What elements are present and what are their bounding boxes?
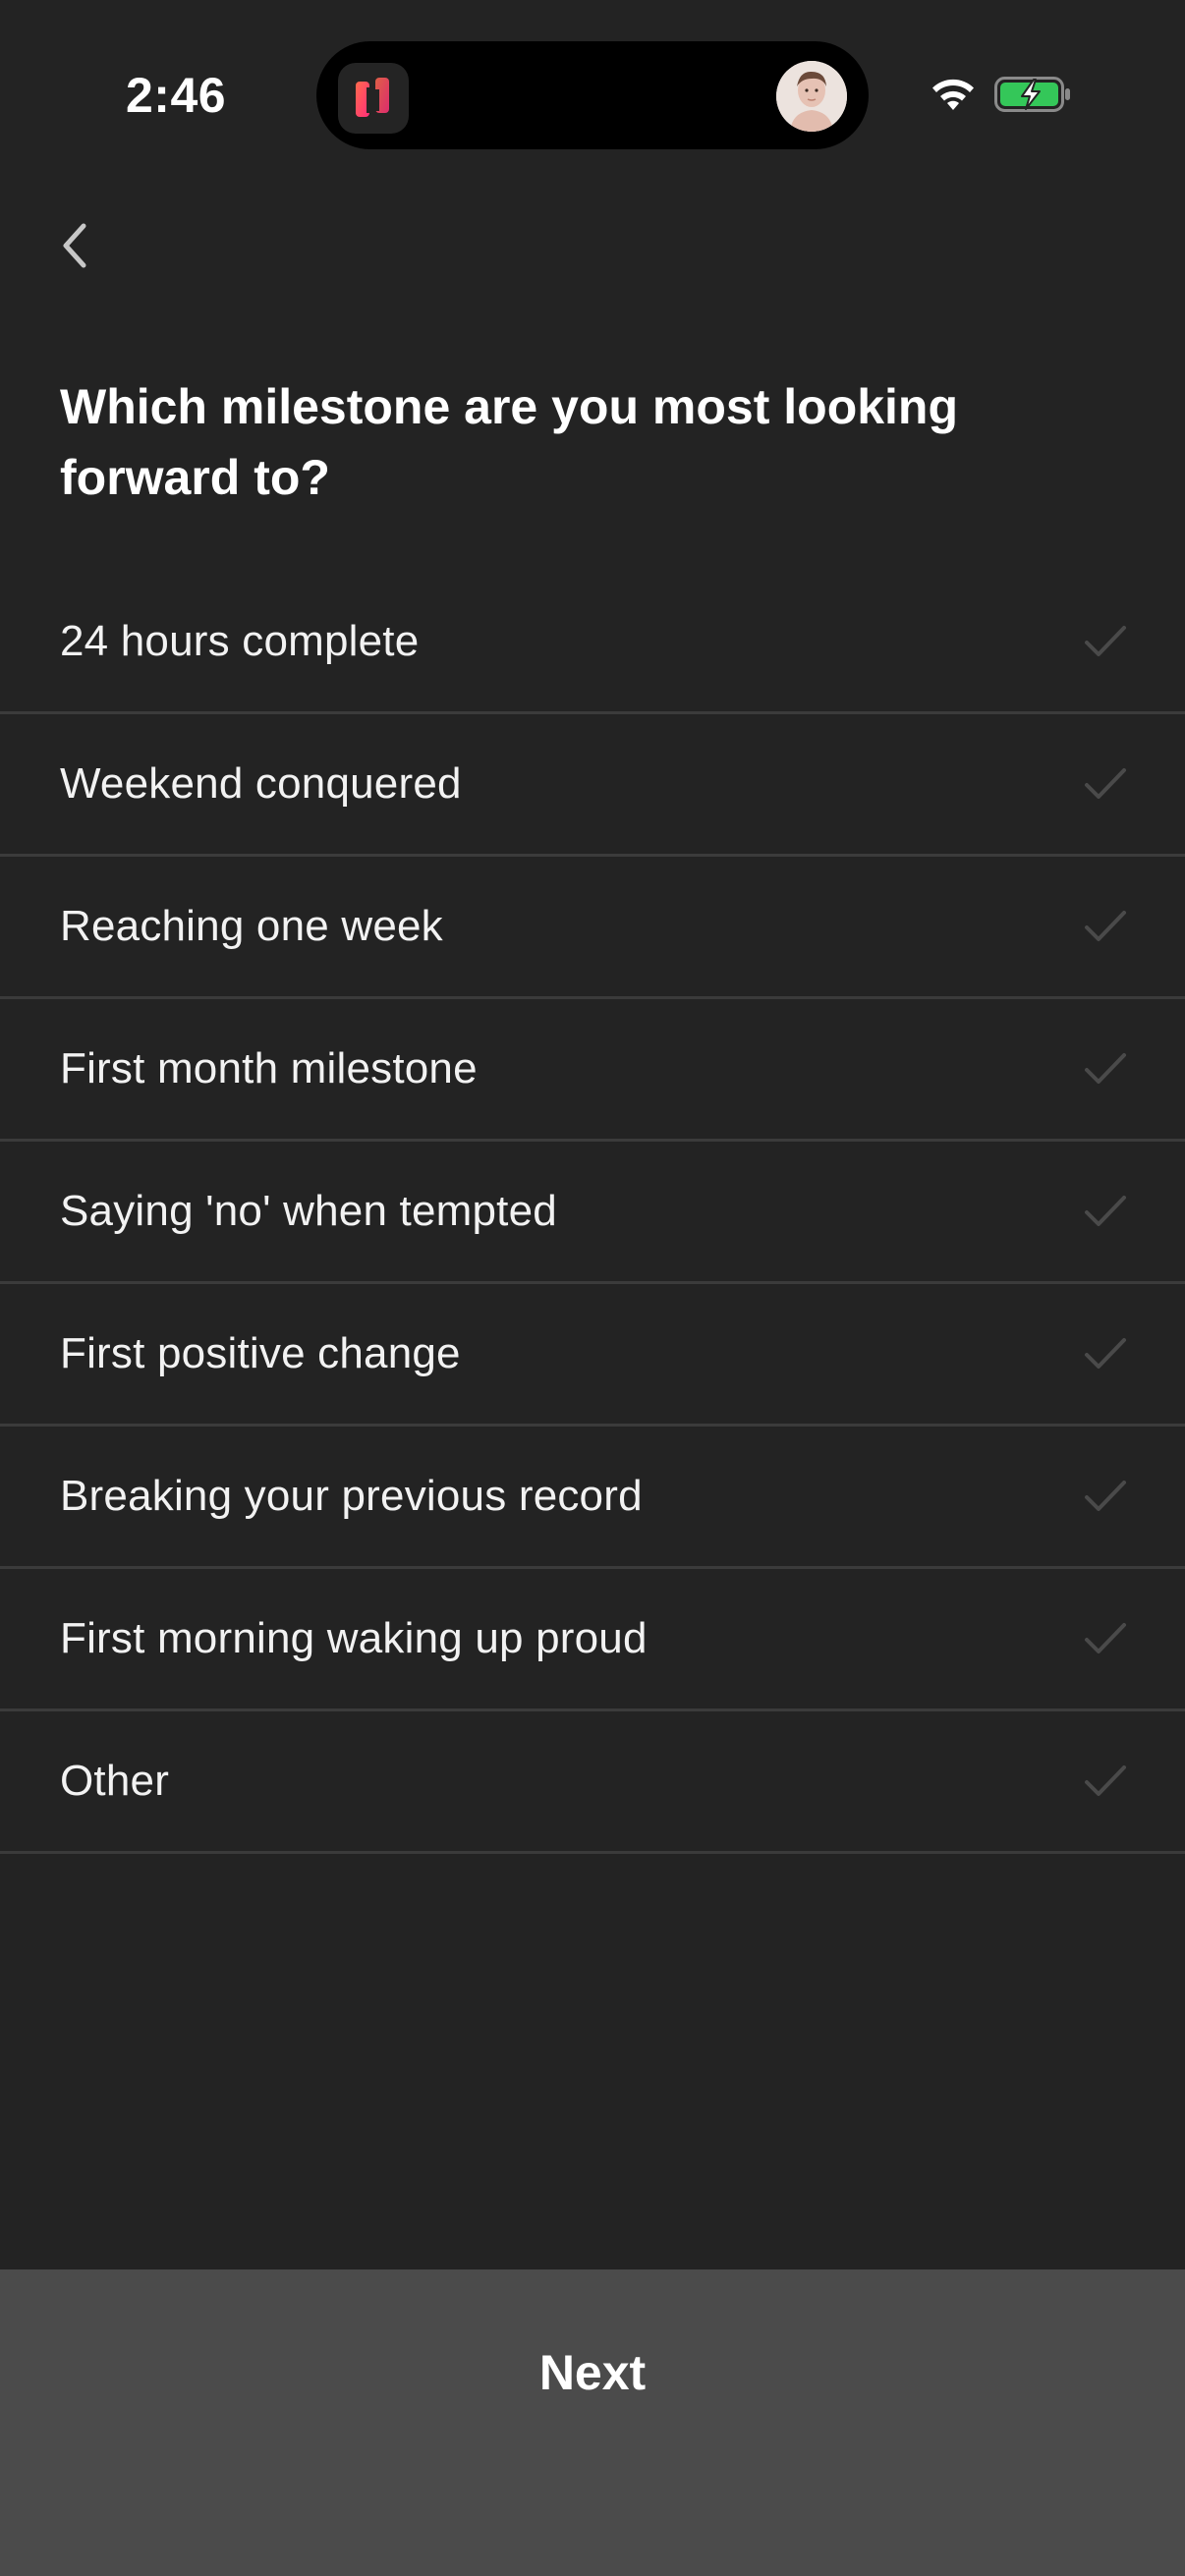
checkmark-icon	[1081, 1614, 1130, 1663]
next-button[interactable]: Next	[0, 2269, 1185, 2476]
option-row-first-month[interactable]: First month milestone	[0, 999, 1185, 1142]
dynamic-island	[316, 41, 869, 149]
option-row-24-hours[interactable]: 24 hours complete	[0, 572, 1185, 714]
status-time: 2:46	[126, 68, 227, 123]
option-label: Breaking your previous record	[60, 1472, 643, 1520]
option-row-one-week[interactable]: Reaching one week	[0, 857, 1185, 999]
app-tile-icon	[338, 63, 409, 134]
footer-bar: Next	[0, 2269, 1185, 2576]
option-label: First month milestone	[60, 1044, 478, 1092]
option-label: First morning waking up proud	[60, 1614, 648, 1662]
avatar	[776, 61, 847, 132]
status-bar: 2:46	[0, 0, 1185, 167]
checkmark-icon	[1081, 759, 1130, 809]
checkmark-icon	[1081, 1329, 1130, 1378]
back-button[interactable]	[45, 208, 104, 287]
chevron-left-icon	[60, 222, 89, 274]
option-label: Weekend conquered	[60, 759, 462, 808]
option-label: First positive change	[60, 1329, 461, 1377]
checkmark-icon	[1081, 902, 1130, 951]
checkmark-icon	[1081, 1187, 1130, 1236]
battery-charging-icon	[994, 75, 1073, 114]
options-list: 24 hours complete Weekend conquered Reac…	[0, 572, 1185, 1854]
option-label: 24 hours complete	[60, 617, 420, 665]
option-label: Other	[60, 1757, 170, 1805]
option-label: Reaching one week	[60, 902, 443, 950]
option-row-morning-proud[interactable]: First morning waking up proud	[0, 1569, 1185, 1711]
option-label: Saying 'no' when tempted	[60, 1187, 557, 1235]
page-title: Which milestone are you most looking for…	[60, 379, 959, 505]
checkmark-icon	[1081, 1757, 1130, 1806]
option-row-saying-no[interactable]: Saying 'no' when tempted	[0, 1142, 1185, 1284]
wifi-icon	[928, 75, 979, 114]
checkmark-icon	[1081, 1472, 1130, 1521]
option-row-positive-change[interactable]: First positive change	[0, 1284, 1185, 1427]
option-row-other[interactable]: Other	[0, 1711, 1185, 1854]
option-row-previous-record[interactable]: Breaking your previous record	[0, 1427, 1185, 1569]
checkmark-icon	[1081, 617, 1130, 666]
option-row-weekend[interactable]: Weekend conquered	[0, 714, 1185, 857]
checkmark-icon	[1081, 1044, 1130, 1093]
